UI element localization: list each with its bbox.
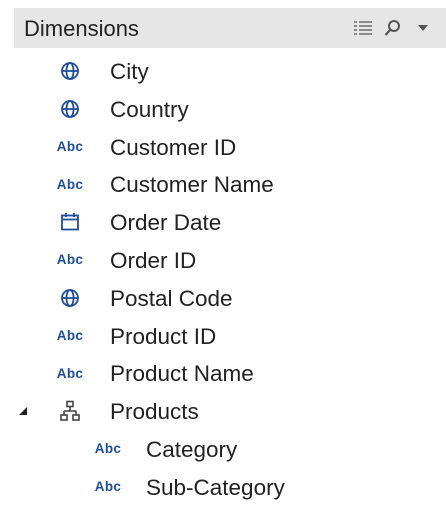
field-label: Product ID xyxy=(110,323,217,349)
abc-text: Abc xyxy=(56,176,84,192)
field-item[interactable]: City xyxy=(0,52,446,90)
calendar-icon xyxy=(50,203,90,241)
search-icon[interactable] xyxy=(382,17,404,39)
abc-text: Abc xyxy=(56,138,84,154)
field-label: Order ID xyxy=(110,247,197,273)
abc-string-icon: Abc xyxy=(50,354,90,392)
field-item[interactable]: Abc Customer ID xyxy=(0,128,446,166)
abc-text: Abc xyxy=(94,441,122,457)
expand-triangle-icon[interactable] xyxy=(18,392,28,430)
globe-icon xyxy=(50,52,90,90)
header-tools xyxy=(352,16,434,40)
field-label: Customer Name xyxy=(110,172,274,198)
field-item[interactable]: Country xyxy=(0,90,446,128)
abc-text: Abc xyxy=(56,365,84,381)
field-item[interactable]: Abc Order ID xyxy=(0,241,446,279)
abc-text: Abc xyxy=(56,327,84,343)
abc-string-icon: Abc xyxy=(88,468,128,506)
field-item[interactable]: Abc Sub-Category xyxy=(0,468,446,506)
abc-string-icon: Abc xyxy=(50,241,90,279)
abc-string-icon: Abc xyxy=(50,317,90,355)
field-label: Sub-Category xyxy=(146,474,285,500)
field-label: Order Date xyxy=(110,210,222,236)
field-item[interactable]: Products xyxy=(0,392,446,430)
globe-icon xyxy=(50,279,90,317)
dimensions-panel: Dimensions City Country Abc Customer ID … xyxy=(0,0,446,501)
field-label: Product Name xyxy=(110,361,254,387)
abc-text: Abc xyxy=(94,479,122,495)
field-item[interactable]: Postal Code xyxy=(0,279,446,317)
dimensions-header: Dimensions xyxy=(14,8,446,48)
field-label: Country xyxy=(110,96,189,122)
abc-string-icon: Abc xyxy=(50,128,90,166)
field-item[interactable]: Abc Customer Name xyxy=(0,165,446,203)
field-item[interactable]: Abc Product Name xyxy=(0,354,446,392)
field-list: City Country Abc Customer ID Abc Customer Nam… xyxy=(0,52,446,506)
abc-string-icon: Abc xyxy=(88,430,128,468)
field-label: Category xyxy=(146,436,238,462)
field-label: City xyxy=(110,59,149,84)
globe-icon xyxy=(50,90,90,128)
abc-text: Abc xyxy=(56,252,84,268)
field-label: Postal Code xyxy=(110,285,233,311)
field-item[interactable]: Order Date xyxy=(0,203,446,241)
field-label: Products xyxy=(110,399,199,425)
field-item[interactable]: Abc Category xyxy=(0,430,446,468)
abc-string-icon: Abc xyxy=(50,165,90,203)
chevron-down-icon[interactable] xyxy=(412,17,434,39)
list-view-icon[interactable] xyxy=(352,17,374,39)
dimensions-title: Dimensions xyxy=(24,16,139,41)
field-item[interactable]: Abc Product ID xyxy=(0,317,446,355)
field-label: Customer ID xyxy=(110,134,237,160)
hierarchy-icon xyxy=(50,392,90,430)
